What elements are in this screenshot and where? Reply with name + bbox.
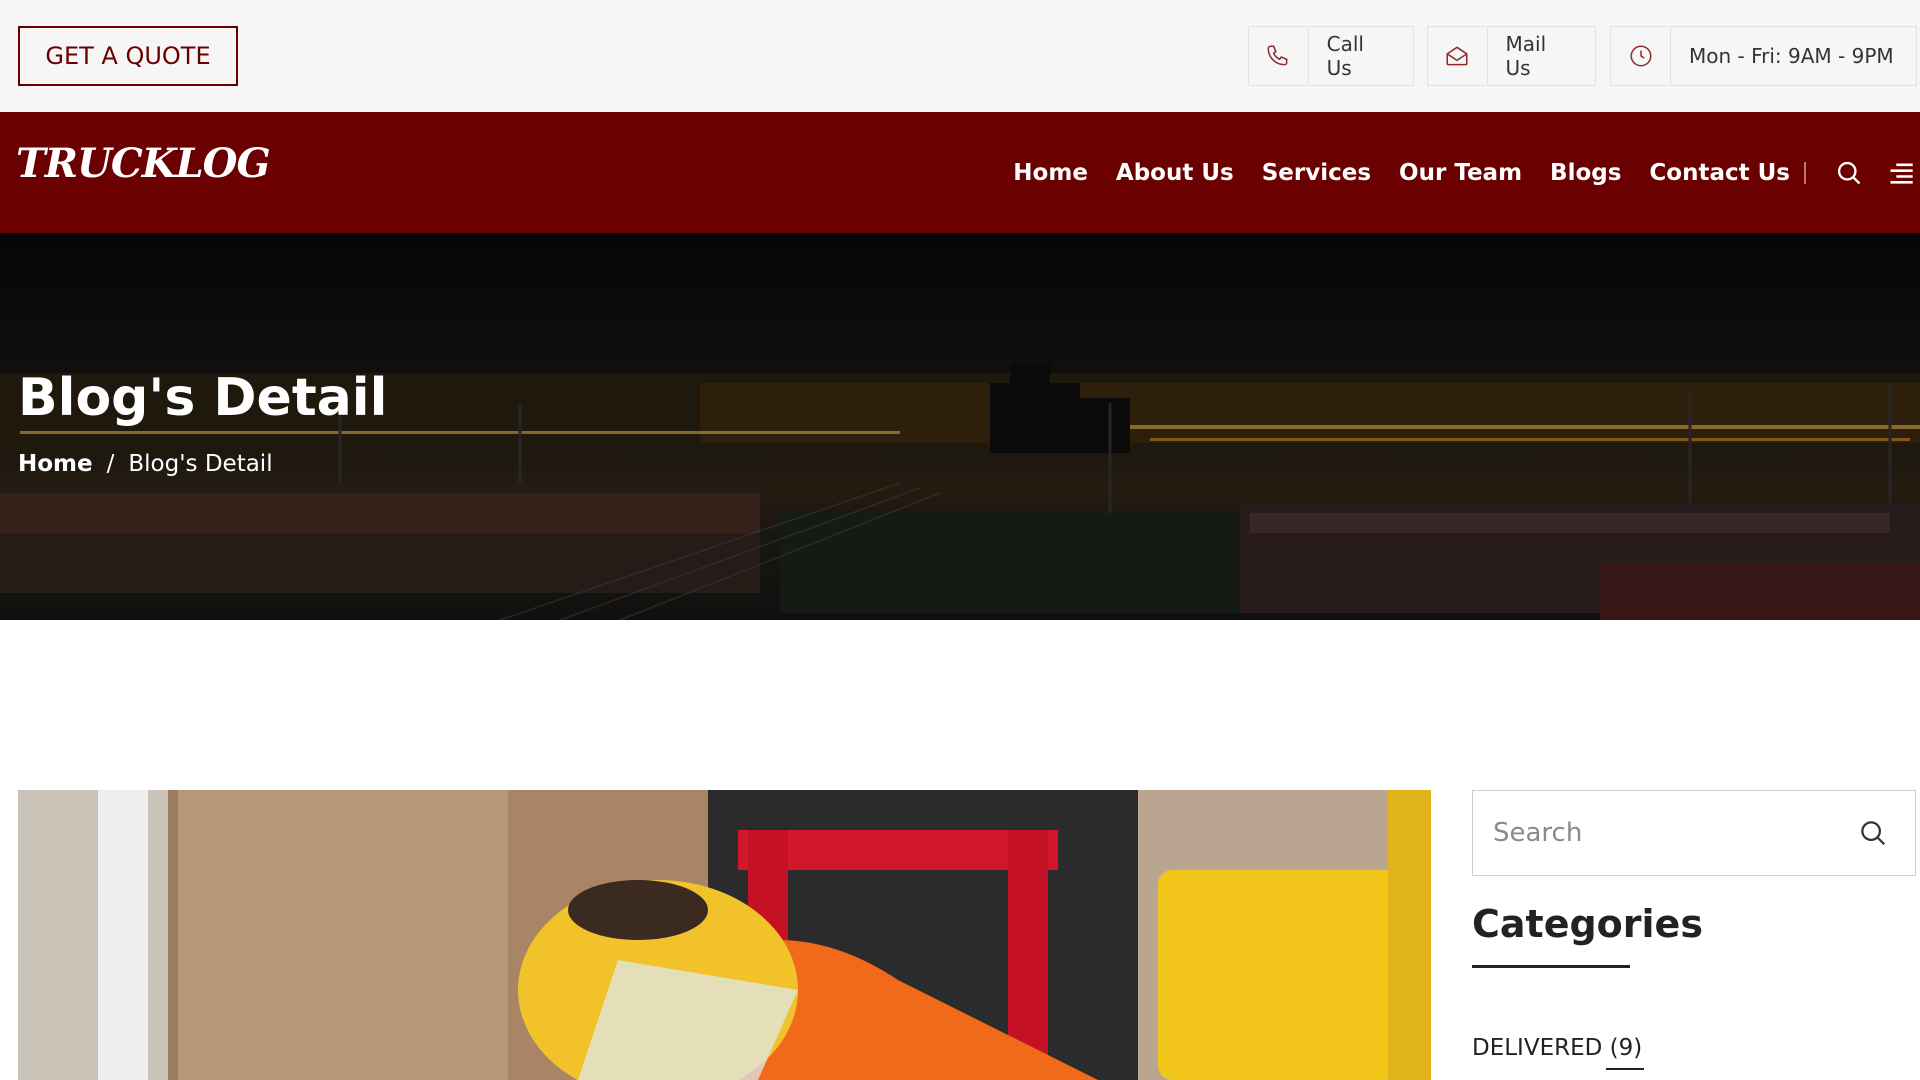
page-title: Blog's Detail — [18, 368, 388, 428]
mail-us-label: Mail Us — [1505, 32, 1547, 80]
sidebar-search-box — [1472, 790, 1916, 876]
nav-link-home[interactable]: Home — [1013, 160, 1088, 186]
phone-icon — [1249, 27, 1309, 85]
menu-icon[interactable] — [1884, 156, 1918, 190]
main-navbar: TRUCKLOG Home About Us Services Our Team… — [0, 112, 1920, 233]
get-a-quote-button[interactable]: GET A QUOTE — [18, 26, 238, 86]
nav-menu: Home About Us Services Our Team Blogs Co… — [1013, 112, 1920, 233]
mail-us-contact[interactable]: Mail Us — [1427, 26, 1596, 86]
breadcrumb: Home / Blog's Detail — [18, 451, 273, 477]
category-label: DELIVERED — [1472, 1035, 1603, 1061]
business-hours-label: Mon - Fri: 9AM - 9PM — [1689, 44, 1894, 68]
blog-post-image — [18, 790, 1431, 1080]
categories-heading: Categories — [1472, 902, 1703, 946]
site-logo[interactable]: TRUCKLOG — [16, 140, 271, 187]
page-hero: Blog's Detail Home / Blog's Detail — [0, 233, 1920, 620]
category-count-underline — [1606, 1068, 1644, 1070]
nav-divider — [1804, 161, 1806, 184]
nav-link-blogs[interactable]: Blogs — [1550, 160, 1621, 186]
nav-link-contact-us[interactable]: Contact Us — [1649, 160, 1790, 186]
search-submit-icon[interactable] — [1843, 803, 1903, 863]
business-hours: Mon - Fri: 9AM - 9PM — [1610, 26, 1917, 86]
breadcrumb-separator: / — [106, 451, 115, 477]
warehouse-worker-image — [18, 790, 1431, 1080]
breadcrumb-home-link[interactable]: Home — [18, 451, 93, 477]
clock-icon — [1611, 27, 1671, 85]
nav-link-services[interactable]: Services — [1262, 160, 1371, 186]
nav-link-about-us[interactable]: About Us — [1116, 160, 1234, 186]
category-item-delivered[interactable]: DELIVERED (9) — [1472, 1035, 1642, 1061]
mail-icon — [1428, 27, 1488, 85]
call-us-label: Call Us — [1326, 32, 1364, 80]
nav-link-our-team[interactable]: Our Team — [1399, 160, 1522, 186]
categories-heading-underline — [1472, 965, 1630, 968]
search-icon[interactable] — [1832, 156, 1866, 190]
breadcrumb-current: Blog's Detail — [128, 451, 273, 477]
search-input[interactable] — [1473, 791, 1843, 875]
category-count: (9) — [1609, 1035, 1643, 1061]
top-bar: GET A QUOTE Call Us Mail Us Mon - Fri: 9… — [0, 0, 1920, 112]
call-us-contact[interactable]: Call Us — [1248, 26, 1414, 86]
